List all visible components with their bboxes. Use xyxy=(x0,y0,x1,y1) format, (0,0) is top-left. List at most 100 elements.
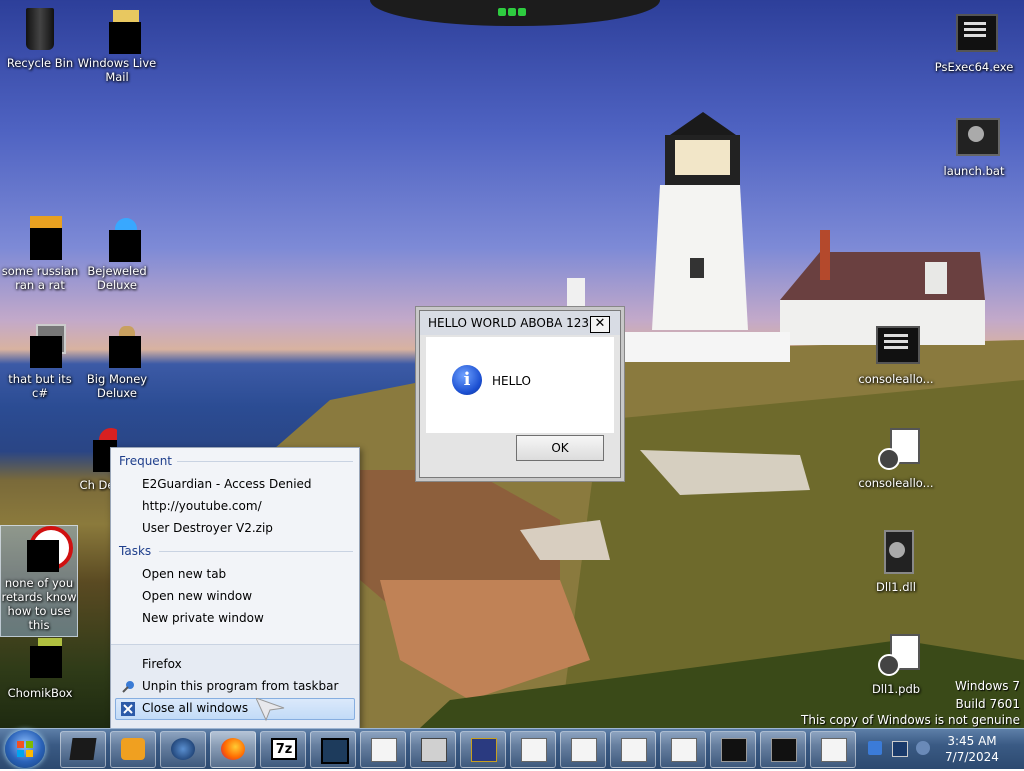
status-led-icon xyxy=(498,8,506,16)
app-window-icon xyxy=(621,738,647,762)
tray-network-icon[interactable] xyxy=(892,741,908,757)
dialog-body: i HELLO xyxy=(426,337,614,433)
app-window-icon xyxy=(821,738,847,762)
app-window-icon xyxy=(571,738,597,762)
explorer-window-icon xyxy=(421,738,447,762)
mail-icon xyxy=(93,6,141,54)
desktop-icon-launch-bat[interactable]: launch.bat xyxy=(934,114,1014,178)
desktop-icon-dll1-dll[interactable]: Dll1.dll xyxy=(856,530,936,594)
app-window-icon xyxy=(371,738,397,762)
taskbar-item-7zip[interactable]: 7z xyxy=(260,731,306,768)
dll-file-icon xyxy=(872,530,920,578)
taskbar-item-console-1[interactable] xyxy=(710,731,756,768)
tray-bluetooth-icon[interactable] xyxy=(868,741,882,755)
taskbar-item-installer[interactable] xyxy=(460,731,506,768)
desktop-icon-consoleallo-1[interactable]: consoleallo... xyxy=(856,322,936,386)
desktop-icon-windows-live-mail[interactable]: Windows Live Mail xyxy=(77,6,157,84)
console-app-icon xyxy=(950,10,998,58)
app-window-icon xyxy=(521,738,547,762)
desktop-icon-dll1-pdb[interactable]: Dll1.pdb xyxy=(856,632,936,696)
desktop-icon-label: consoleallo... xyxy=(858,372,934,386)
batch-file-icon xyxy=(950,114,1000,162)
message-box-dialog: HELLO WORLD ABOBA 123 ✕ i HELLO OK xyxy=(419,310,621,478)
desktop-icon-psexec[interactable]: PsExec64.exe xyxy=(934,10,1014,74)
divider xyxy=(159,551,353,552)
jumplist-close-all-windows[interactable]: Close all windows xyxy=(142,701,248,715)
watermark-build: Build 7601 xyxy=(955,697,1020,711)
pdb-file-icon xyxy=(872,632,920,680)
dialog-title-bar[interactable]: HELLO WORLD ABOBA 123 ✕ xyxy=(420,311,620,335)
watermark-os-name: Windows 7 xyxy=(954,679,1020,693)
mouse-cursor-icon xyxy=(256,698,285,722)
taskbar-item-app-3[interactable] xyxy=(560,731,606,768)
information-icon: i xyxy=(452,365,482,395)
taskbar-item-app-1[interactable] xyxy=(360,731,406,768)
taskbar-item-window[interactable] xyxy=(310,731,356,768)
desktop-icon-russian-rat[interactable]: some russian ran a rat xyxy=(0,214,80,292)
desktop-icon-label: none of you retards know how to use this xyxy=(1,576,77,632)
sevenzip-icon: 7z xyxy=(271,738,297,760)
desktop-icon-recycle-bin[interactable]: Recycle Bin xyxy=(0,6,80,70)
window-icon xyxy=(321,738,349,764)
game-icon xyxy=(93,322,141,370)
desktop-icon-label: Dll1.dll xyxy=(876,580,916,594)
jumplist-task-open-new-tab[interactable]: Open new tab xyxy=(142,567,226,581)
black-box-icon xyxy=(69,738,97,760)
desktop-icon-none-of-you[interactable]: none of you retards know how to use this xyxy=(0,525,78,637)
taskbar-item-console-2[interactable] xyxy=(760,731,806,768)
start-button[interactable] xyxy=(5,730,45,768)
taskbar-item-app-5[interactable] xyxy=(660,731,706,768)
desktop-icon-label: consoleallo... xyxy=(858,476,934,490)
desktop-icon-label: that but its c# xyxy=(8,372,72,400)
jumplist-app-firefox[interactable]: Firefox xyxy=(142,657,182,671)
globe-icon xyxy=(171,738,195,760)
taskbar-item-app-4[interactable] xyxy=(610,731,656,768)
taskbar-item-globe[interactable] xyxy=(160,731,206,768)
jumplist-item[interactable]: E2Guardian - Access Denied xyxy=(142,477,312,491)
taskbar-item-explorer[interactable] xyxy=(410,731,456,768)
desktop-icon-bejeweled[interactable]: Bejeweled Deluxe xyxy=(77,214,157,292)
taskbar-item-app-2[interactable] xyxy=(510,731,556,768)
jumplist-task-new-private-window[interactable]: New private window xyxy=(142,611,264,625)
desktop-icon-label: launch.bat xyxy=(943,164,1005,178)
desktop-icon-chomikbox[interactable]: ChomikBox xyxy=(0,636,80,700)
desktop-icon-big-money[interactable]: Big Money Deluxe xyxy=(77,322,157,400)
status-led-icon xyxy=(508,8,516,16)
status-led-icon xyxy=(518,8,526,16)
jumplist-header-frequent: Frequent xyxy=(119,454,172,468)
desktop-icon-consoleallo-2[interactable]: consoleallo... xyxy=(856,426,936,490)
recycle-bin-icon xyxy=(16,6,64,54)
game-icon xyxy=(93,214,141,262)
firefox-jump-list: Frequent E2Guardian - Access Denied http… xyxy=(110,447,360,729)
taskbar-item-app-6[interactable] xyxy=(810,731,856,768)
app-window-icon xyxy=(671,738,697,762)
desktop-icon-that-but-csharp[interactable]: that but its c# xyxy=(0,322,80,400)
desktop-icon-label: Big Money Deluxe xyxy=(86,372,148,400)
settings-file-icon xyxy=(872,426,920,474)
jumplist-unpin[interactable]: Unpin this program from taskbar xyxy=(142,679,338,693)
opera-icon xyxy=(15,526,73,574)
dialog-title: HELLO WORLD ABOBA 123 xyxy=(428,316,590,330)
ok-button[interactable]: OK xyxy=(516,435,604,461)
jumplist-task-open-new-window[interactable]: Open new window xyxy=(142,589,252,603)
taskbar-item-recycle[interactable] xyxy=(60,731,106,768)
console-icon xyxy=(771,738,797,762)
desktop-icon-label: Dll1.pdb xyxy=(871,682,921,696)
tray-volume-icon[interactable] xyxy=(916,741,930,755)
pin-icon xyxy=(121,680,135,694)
desktop-icon-label: Bejeweled Deluxe xyxy=(87,264,147,292)
divider xyxy=(177,461,353,462)
close-button[interactable]: ✕ xyxy=(590,316,610,333)
system-clock[interactable]: 3:45 AM 7/7/2024 xyxy=(942,733,1002,765)
console-app-icon xyxy=(872,322,920,370)
taskbar-item-media-player[interactable] xyxy=(110,731,156,768)
close-all-icon xyxy=(121,702,135,716)
installer-icon xyxy=(471,738,497,762)
jumplist-item[interactable]: User Destroyer V2.zip xyxy=(142,521,273,535)
taskbar: 7z 3:45 AM 7/7/2024 xyxy=(0,728,1024,769)
console-icon xyxy=(721,738,747,762)
desktop-icon-label: Recycle Bin xyxy=(6,56,74,70)
taskbar-item-firefox[interactable] xyxy=(210,731,256,768)
jumplist-item[interactable]: http://youtube.com/ xyxy=(142,499,262,513)
desktop-icon-label: PsExec64.exe xyxy=(934,60,1014,74)
